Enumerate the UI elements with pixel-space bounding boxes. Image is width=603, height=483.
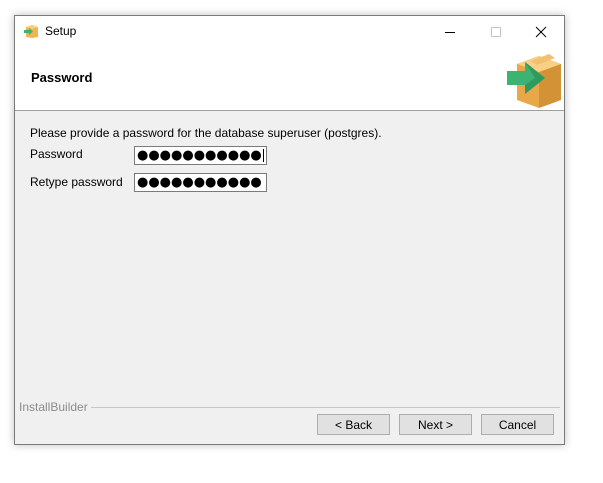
next-button[interactable]: Next > bbox=[399, 414, 472, 435]
password-field[interactable]: ●●●●●●●●●●● bbox=[134, 146, 267, 165]
page-header: Password bbox=[15, 47, 564, 111]
text-caret bbox=[262, 149, 264, 162]
intro-text: Please provide a password for the databa… bbox=[30, 126, 382, 140]
retype-password-label: Retype password bbox=[30, 175, 123, 189]
cancel-button[interactable]: Cancel bbox=[481, 414, 554, 435]
setup-dialog: Setup Password Please provide a password… bbox=[14, 15, 565, 445]
back-button[interactable]: < Back bbox=[317, 414, 390, 435]
minimize-icon bbox=[445, 31, 455, 33]
retype-password-field[interactable]: ●●●●●●●●●●● bbox=[134, 173, 267, 192]
minimize-button[interactable] bbox=[427, 16, 473, 47]
close-icon bbox=[535, 26, 547, 37]
installer-box-arrow-icon bbox=[503, 50, 563, 108]
password-value: ●●●●●●●●●●● bbox=[137, 148, 262, 163]
password-label: Password bbox=[30, 147, 83, 161]
maximize-button[interactable] bbox=[473, 16, 519, 47]
maximize-icon bbox=[491, 26, 501, 37]
close-button[interactable] bbox=[518, 16, 564, 47]
installer-box-icon bbox=[23, 23, 39, 39]
title-bar[interactable]: Setup bbox=[15, 16, 564, 47]
retype-password-value: ●●●●●●●●●●● bbox=[137, 175, 262, 190]
installbuilder-brand: InstallBuilder bbox=[19, 400, 91, 414]
window-title: Setup bbox=[45, 24, 77, 38]
page-title: Password bbox=[31, 70, 93, 85]
footer-divider bbox=[19, 407, 560, 408]
